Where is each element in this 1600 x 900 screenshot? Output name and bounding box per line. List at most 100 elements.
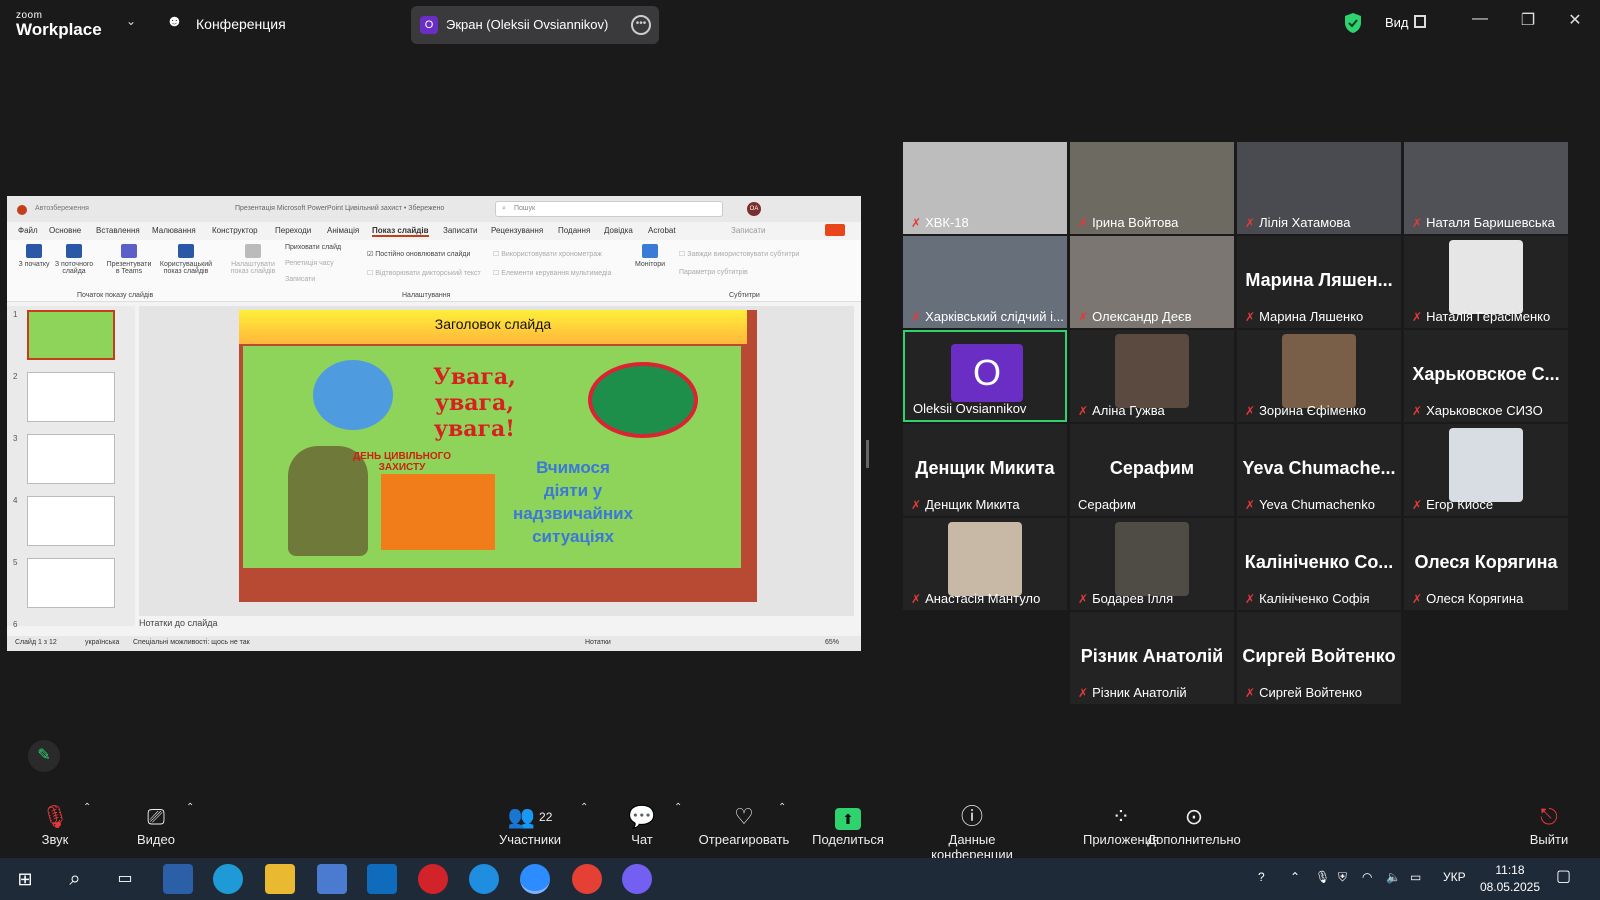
- from-start-button[interactable]: З початку: [17, 244, 51, 268]
- participant-tile[interactable]: Серафим Серафим: [1070, 424, 1234, 516]
- chevron-up-icon[interactable]: ⌃: [1290, 870, 1300, 884]
- edit-pencil-icon[interactable]: ✎: [28, 740, 60, 772]
- participant-tile[interactable]: Калініченко Со... ✗ Калініченко Софія: [1237, 518, 1401, 610]
- subtitle-settings-button[interactable]: Параметри субтитрів: [679, 269, 748, 276]
- minimize-icon[interactable]: —: [1468, 10, 1492, 28]
- zoom-level[interactable]: 65%: [825, 639, 839, 646]
- more-button[interactable]: ⊙ Дополнительно: [1146, 802, 1242, 847]
- video-button[interactable]: ⎚ Видео: [128, 802, 184, 847]
- tab-design[interactable]: Конструктор: [212, 226, 258, 235]
- view-button[interactable]: Вид: [1385, 15, 1409, 30]
- microphone-icon[interactable]: 🎙: [1315, 870, 1330, 884]
- narration-checkbox[interactable]: ☐ Відтворювати дикторський текст: [367, 269, 481, 277]
- split-handle[interactable]: [866, 440, 869, 468]
- participants-button[interactable]: 👥 22 Участники: [496, 802, 564, 847]
- slide-thumbnail[interactable]: [27, 496, 115, 546]
- participant-tile[interactable]: ✗ Лілія Хатамова: [1237, 142, 1401, 234]
- viber-icon[interactable]: [622, 864, 652, 894]
- participant-tile[interactable]: ✗ Харківський слідчий і...: [903, 236, 1067, 328]
- slide-title[interactable]: Заголовок слайда: [239, 310, 747, 344]
- grid-view-icon[interactable]: [1414, 15, 1426, 28]
- notifications-icon[interactable]: ▢: [1556, 866, 1571, 886]
- tab-review[interactable]: Рецензування: [491, 226, 543, 235]
- windows-start-icon[interactable]: ⊞: [10, 864, 40, 894]
- tab-home[interactable]: Основне: [49, 226, 81, 235]
- outlook-icon[interactable]: [367, 864, 397, 894]
- teamviewer-icon[interactable]: [469, 864, 499, 894]
- setup-show-button[interactable]: Налаштувати показ слайдів: [229, 244, 277, 275]
- volume-icon[interactable]: 🔈: [1386, 870, 1401, 884]
- participant-tile[interactable]: O Oleksii Ovsiannikov: [903, 330, 1067, 422]
- zoom-taskbar-icon[interactable]: [520, 864, 550, 894]
- screen-share-indicator[interactable]: O Экран (Oleksii Ovsiannikov) •••: [411, 6, 659, 44]
- search-icon[interactable]: ⌕: [60, 864, 90, 894]
- media-controls-checkbox[interactable]: ☐ Елементи керування мультимедіа: [493, 269, 611, 277]
- file-explorer-icon[interactable]: [265, 864, 295, 894]
- close-icon[interactable]: ✕: [1563, 10, 1587, 30]
- present-teams-button[interactable]: Презентувати в Teams: [105, 244, 153, 275]
- opera-icon[interactable]: [418, 864, 448, 894]
- monitor-button[interactable]: Монітори: [631, 244, 669, 268]
- participant-tile[interactable]: ✗ Егор Киосе: [1404, 424, 1568, 516]
- edge-icon[interactable]: [213, 864, 243, 894]
- participant-tile[interactable]: ✗ Наталія Герасіменко: [1404, 236, 1568, 328]
- tab-record[interactable]: Записати: [443, 226, 478, 235]
- tab-animations[interactable]: Анімація: [327, 226, 359, 235]
- user-avatar[interactable]: OA: [747, 202, 761, 216]
- participant-tile[interactable]: ✗ Наталя Баришевська: [1404, 142, 1568, 234]
- current-slide[interactable]: Заголовок слайда Увага, увага, увага! ДЕ…: [239, 310, 757, 602]
- participant-tile[interactable]: ✗ Аліна Гужва: [1070, 330, 1234, 422]
- chevron-up-icon[interactable]: ⌃: [674, 802, 682, 813]
- subtitles-checkbox[interactable]: ☐ Завжди використовувати субтитри: [679, 250, 799, 258]
- notes-button[interactable]: Нотатки: [585, 639, 611, 646]
- shared-screen[interactable]: Автозбереження Презентація Microsoft Pow…: [7, 196, 861, 651]
- hide-slide-button[interactable]: Приховати слайд: [285, 244, 341, 251]
- chevron-up-icon[interactable]: ⌃: [186, 802, 194, 813]
- chat-button[interactable]: 💬 Чат: [620, 802, 664, 847]
- battery-icon[interactable]: ▭: [1410, 870, 1421, 884]
- participant-tile[interactable]: Марина Ляшен... ✗ Марина Ляшенко: [1237, 236, 1401, 328]
- conference-label[interactable]: Конференция: [196, 16, 286, 32]
- record-button[interactable]: Записати: [731, 226, 766, 235]
- participant-tile[interactable]: Денщик Микита ✗ Денщик Микита: [903, 424, 1067, 516]
- slide-thumbnail[interactable]: [27, 558, 115, 608]
- from-current-button[interactable]: З поточного слайда: [53, 244, 95, 275]
- tab-view[interactable]: Подання: [558, 226, 590, 235]
- rehearse-button[interactable]: Репетиція часу: [285, 260, 334, 267]
- tab-insert[interactable]: Вставлення: [96, 226, 140, 235]
- tab-help[interactable]: Довідка: [604, 226, 633, 235]
- keep-updated-checkbox[interactable]: ☑ Постійно оновлювати слайди: [367, 250, 470, 258]
- participant-tile[interactable]: ✗ Ірина Войтова: [1070, 142, 1234, 234]
- help-icon[interactable]: ?: [1258, 870, 1265, 884]
- ppt-search-box[interactable]: ⌕ Пошук: [495, 201, 723, 217]
- record-show-button[interactable]: Записати: [285, 276, 315, 283]
- slide-notes[interactable]: Нотатки до слайда: [139, 618, 859, 634]
- react-button[interactable]: ♡ Отреагировать: [698, 802, 790, 847]
- security-icon[interactable]: ⛨: [1338, 870, 1347, 885]
- tab-slideshow[interactable]: Показ слайдів: [372, 226, 429, 237]
- save-app-icon[interactable]: [163, 864, 193, 894]
- chevron-down-icon[interactable]: ⌄: [126, 14, 136, 28]
- participant-tile[interactable]: Олеся Корягина ✗ Олеся Корягина: [1404, 518, 1568, 610]
- participant-tile[interactable]: Yeva Chumache... ✗ Yeva Chumachenko: [1237, 424, 1401, 516]
- leave-button[interactable]: ⎋ Выйти: [1528, 802, 1570, 847]
- participant-tile[interactable]: ✗ Зорина Єфіменко: [1237, 330, 1401, 422]
- tab-draw[interactable]: Малювання: [152, 226, 196, 235]
- slide-thumbnail[interactable]: [27, 372, 115, 422]
- wifi-icon[interactable]: ◠: [1362, 870, 1372, 884]
- chevron-up-icon[interactable]: ⌃: [778, 802, 786, 813]
- slide-editor[interactable]: Заголовок слайда Увага, увага, увага! ДЕ…: [139, 306, 854, 616]
- participant-tile[interactable]: Харьковское С... ✗ Харьковское СИЗО: [1404, 330, 1568, 422]
- participant-tile[interactable]: Сиргей Войтенко ✗ Сиргей Войтенко: [1237, 612, 1401, 704]
- chevron-up-icon[interactable]: ⌃: [580, 802, 588, 813]
- participant-tile[interactable]: ✗ Анастасія Мантуло: [903, 518, 1067, 610]
- language-label[interactable]: українська: [85, 639, 119, 646]
- slide-thumbnail[interactable]: [27, 310, 115, 360]
- participant-tile[interactable]: ✗ Бодарев Ілля: [1070, 518, 1234, 610]
- timings-checkbox[interactable]: ☐ Використовувати хронометраж: [493, 250, 602, 258]
- tab-file[interactable]: Файл: [18, 226, 38, 235]
- chevron-up-icon[interactable]: ⌃: [83, 802, 91, 813]
- participant-tile[interactable]: ✗ Олександр Деєв: [1070, 236, 1234, 328]
- slide-thumbnail[interactable]: [27, 434, 115, 484]
- system-clock[interactable]: 11:18 08.05.2025: [1480, 862, 1540, 896]
